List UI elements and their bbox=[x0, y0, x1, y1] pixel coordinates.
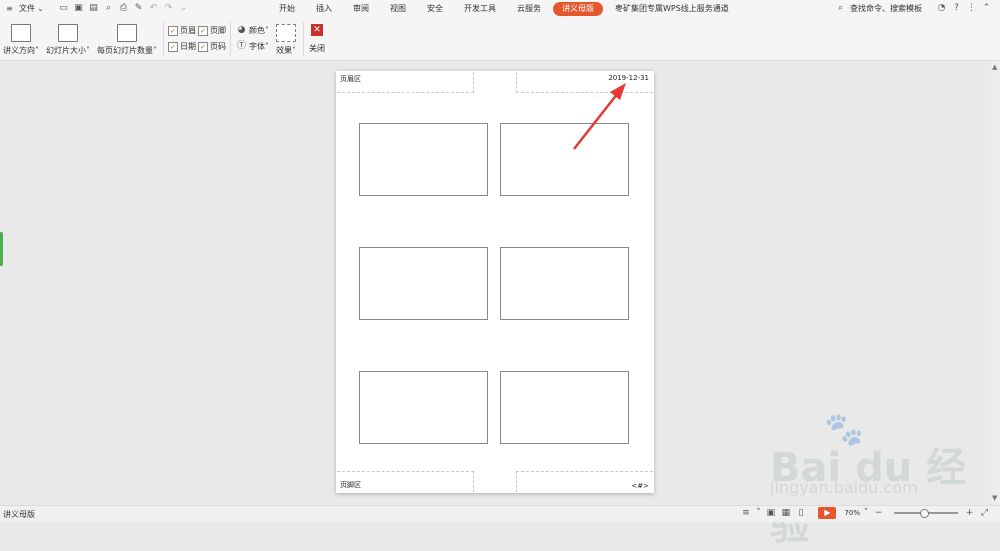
baidu-watermark: 🐾 Bai du 经验 jingyan.baidu.com bbox=[760, 410, 990, 549]
zoom-slider-knob[interactable] bbox=[920, 509, 929, 518]
normal-view-icon[interactable]: ▣ bbox=[765, 508, 776, 519]
scroll-down-icon[interactable]: ▼ bbox=[992, 494, 997, 502]
status-bar: 讲义母版 ≡ ˅ ▣ ▦ ▯ ▶ 70% ˅ − + ⤢ bbox=[0, 505, 1000, 522]
vertical-scrollbar[interactable]: ▲ ▼ bbox=[991, 61, 1000, 504]
fit-window-icon[interactable]: ⤢ bbox=[979, 508, 990, 519]
slideshow-play-button[interactable]: ▶ bbox=[818, 507, 837, 519]
play-icon: ▶ bbox=[824, 508, 831, 517]
watermark-url: jingyan.baidu.com bbox=[770, 478, 918, 497]
status-bar-controls: ≡ ˅ ▣ ▦ ▯ ▶ 70% ˅ − + ⤢ bbox=[740, 507, 994, 519]
scroll-up-icon[interactable]: ▲ bbox=[992, 63, 997, 71]
notes-icon[interactable]: ≡ bbox=[740, 508, 751, 519]
zoom-in-icon[interactable]: + bbox=[964, 508, 975, 519]
view-mode-label: 讲义母版 bbox=[3, 510, 35, 519]
reading-view-icon[interactable]: ▯ bbox=[795, 508, 806, 519]
chevron-down-icon[interactable]: ˅ bbox=[863, 508, 869, 519]
zoom-level[interactable]: 70% bbox=[844, 509, 860, 517]
zoom-out-icon[interactable]: − bbox=[873, 508, 884, 519]
chevron-down-icon[interactable]: ˅ bbox=[755, 508, 761, 519]
zoom-slider[interactable] bbox=[894, 509, 958, 518]
slide-sorter-icon[interactable]: ▦ bbox=[780, 508, 791, 519]
